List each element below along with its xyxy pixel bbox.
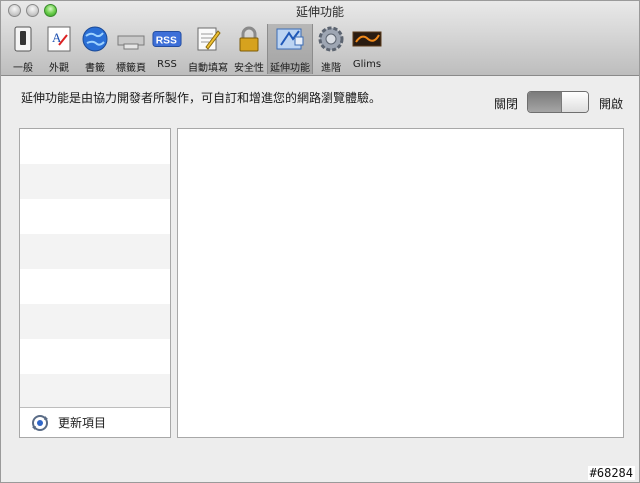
toolbar-item-tabs[interactable]: 標籤頁 (113, 24, 149, 74)
tab-icon (116, 24, 146, 54)
rss-icon: RSS (152, 24, 182, 54)
toggle-on-label: 開啟 (599, 97, 624, 111)
list-item (20, 164, 170, 199)
lock-icon (234, 24, 264, 54)
refresh-icon (32, 414, 48, 431)
gear-icon (316, 24, 346, 54)
toolbar-item-label: 安全性 (234, 63, 264, 74)
window-title: 延伸功能 (295, 5, 344, 19)
toolbar-item-label: 外觀 (49, 63, 69, 74)
update-button-label: 更新項目 (58, 416, 107, 430)
toolbar-item-label: 延伸功能 (270, 63, 310, 74)
extensions-list[interactable]: 更新項目 (19, 128, 171, 438)
extensions-description: 延伸功能是由協力開發者所製作，可自訂和增進您的網路瀏覽體驗。 (21, 91, 382, 105)
list-item (20, 374, 170, 409)
glims-icon (352, 24, 382, 54)
extension-detail-pane (177, 128, 624, 438)
toolbar-item-label: Glims (352, 59, 382, 70)
toggle-knob[interactable] (561, 92, 588, 112)
toolbar-item-general[interactable]: 一般 (5, 24, 41, 74)
toolbar-item-extensions[interactable]: 延伸功能 (267, 24, 313, 74)
toggle-off-label: 關閉 (494, 97, 519, 111)
toolbar-item-bookmarks[interactable]: 書籤 (77, 24, 113, 74)
toolbar-items: 一般 A 外觀 書籤 標籤頁 RSS RSS 自動填寫 安全性 延伸功能 進階 … (5, 24, 385, 74)
font-icon: A (44, 24, 74, 54)
update-button[interactable]: 更新項目 (20, 407, 170, 437)
list-item (20, 339, 170, 374)
list-item (20, 234, 170, 269)
toolbar-item-security[interactable]: 安全性 (231, 24, 267, 74)
toolbar: 延伸功能 一般 A 外觀 書籤 標籤頁 RSS RSS 自動填寫 安全性 延伸功… (1, 1, 639, 76)
list-item (20, 304, 170, 339)
pencil-icon (193, 24, 223, 54)
toolbar-item-glims[interactable]: Glims (349, 24, 385, 74)
list-item (20, 129, 170, 164)
toolbar-item-appearance[interactable]: A 外觀 (41, 24, 77, 74)
list-item (20, 269, 170, 304)
toolbar-item-label: 書籤 (85, 63, 105, 74)
toolbar-item-autofill[interactable]: 自動填寫 (185, 24, 231, 74)
toolbar-item-rss[interactable]: RSS RSS (149, 24, 185, 74)
extensions-toggle[interactable] (527, 91, 589, 113)
toolbar-item-label: 進階 (321, 63, 341, 74)
toolbar-item-label: 一般 (13, 63, 33, 74)
list-item (20, 199, 170, 234)
toolbar-item-advanced[interactable]: 進階 (313, 24, 349, 74)
globe-icon (80, 24, 110, 54)
preferences-window: 延伸功能 一般 A 外觀 書籤 標籤頁 RSS RSS 自動填寫 安全性 延伸功… (0, 0, 640, 483)
toolbar-item-label: 自動填寫 (188, 63, 228, 74)
toggle-track (528, 92, 562, 112)
puzzle-icon (275, 24, 305, 54)
watermark-text: #68284 (587, 466, 635, 480)
switch-icon (8, 24, 38, 54)
svg-text:RSS: RSS (156, 36, 177, 47)
toolbar-item-label: RSS (157, 59, 177, 70)
toolbar-item-label: 標籤頁 (116, 63, 146, 74)
